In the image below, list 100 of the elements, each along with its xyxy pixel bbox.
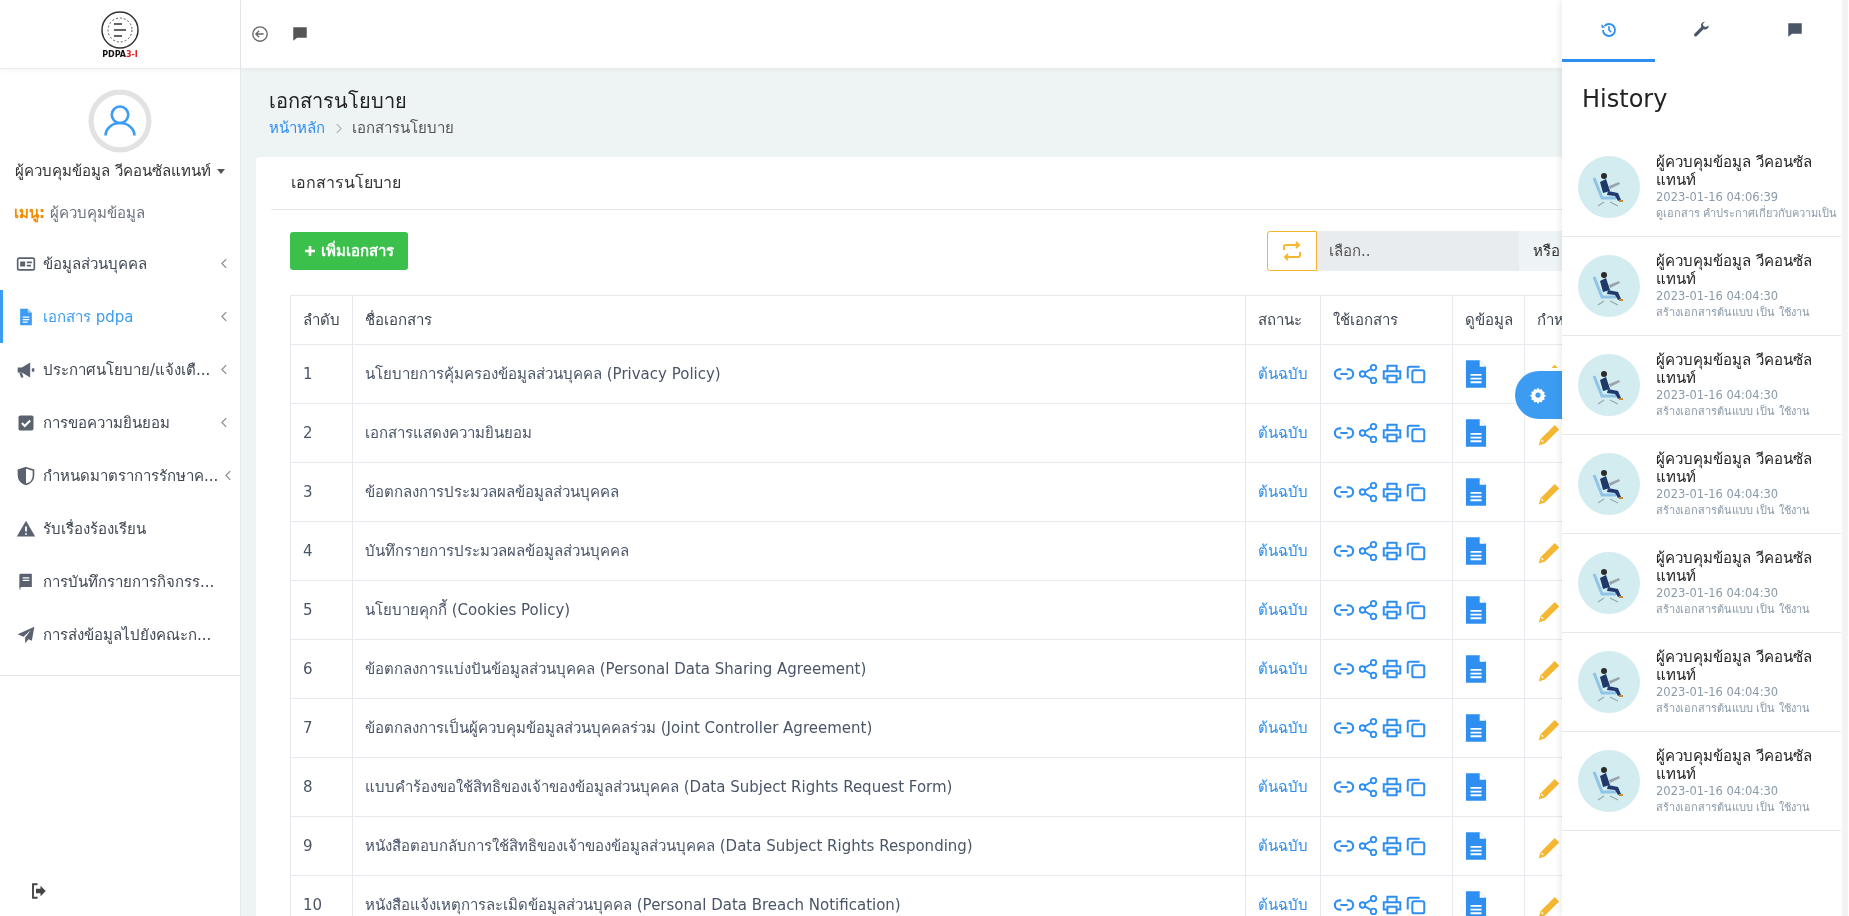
share-icon[interactable] [1357,422,1379,444]
paper-plane-icon [16,624,36,645]
table-cell: 8 [290,757,353,817]
user-menu-button[interactable]: ผู้ควบคุมข้อมูล วีคอนซัลแทนท์ [11,159,229,183]
share-icon[interactable] [1357,658,1379,680]
history-user-name: ผู้ควบคุมข้อมูล วีคอนซัลแทนท์ [1656,152,1813,189]
document-icon[interactable] [1465,595,1487,625]
status-link[interactable]: ต้นฉบับ [1258,424,1308,442]
status-link[interactable]: ต้นฉบับ [1258,483,1308,501]
user-avatar[interactable] [88,89,152,153]
history-time: 2023-01-16 04:06:39 [1656,188,1780,205]
status-link[interactable]: ต้นฉบับ [1258,365,1308,383]
share-icon[interactable] [1357,540,1379,562]
print-icon[interactable] [1381,599,1403,621]
history-action: สร้างเอกสารต้นแบบ เป็น ใช้งาน [1656,502,1811,519]
share-icon[interactable] [1357,363,1379,385]
print-icon[interactable] [1381,481,1403,503]
status-link[interactable]: ต้นฉบับ [1258,837,1308,855]
role-text: ผู้ควบคุมข้อมูล [50,203,145,225]
history-action: สร้างเอกสารต้นแบบ เป็น ใช้งาน [1656,403,1811,420]
table-cell: 7 [290,698,353,758]
sidebar-item[interactable]: เอกสาร pdpa [0,290,240,343]
document-select[interactable]: เลือก.. [1317,231,1519,271]
breadcrumb-current: เอกสารนโยบาย [352,118,454,139]
history-tab[interactable] [1562,0,1655,62]
share-icon[interactable] [1357,776,1379,798]
status-link[interactable]: ต้นฉบับ [1258,719,1308,737]
status-link[interactable]: ต้นฉบับ [1258,542,1308,560]
copy-icon[interactable] [1405,717,1427,739]
print-icon[interactable] [1381,540,1403,562]
document-icon[interactable] [1465,418,1487,448]
document-icon[interactable] [1465,713,1487,743]
history-time: 2023-01-16 04:04:30 [1656,683,1780,701]
sidebar-item[interactable]: รับเรื่องร้องเรียน [0,502,240,555]
document-icon[interactable] [1465,831,1487,861]
table-cell: 4 [290,521,353,581]
copy-icon[interactable] [1405,422,1427,444]
history-action: สร้างเอกสารต้นแบบ เป็น ใช้งาน [1656,304,1811,321]
document-icon[interactable] [1465,654,1487,684]
print-icon[interactable] [1381,835,1403,857]
history-action: สร้างเอกสารต้นแบบ เป็น ใช้งาน [1656,799,1811,816]
person-avatar [1578,651,1640,713]
chevron-left-icon [221,258,228,269]
wrench-icon [1692,20,1711,39]
chat-icon[interactable] [291,25,309,43]
print-icon[interactable] [1381,658,1403,680]
sidebar-item[interactable]: ประกาศนโยบาย/แจ้งเตื... [0,343,240,396]
print-icon[interactable] [1381,776,1403,798]
share-icon[interactable] [1357,835,1379,857]
document-icon[interactable] [1465,772,1487,802]
person-avatar [1578,255,1640,317]
document-icon[interactable] [1465,359,1487,389]
breadcrumb-link[interactable]: หน้าหลัก [269,116,325,140]
table-cell: บันทึกรายการประมวลผลข้อมูลส่วนบุคคล [352,521,1246,581]
history-user-name: ผู้ควบคุมข้อมูล วีคอนซัลแทนท์ [1656,350,1813,387]
sidebar-item[interactable]: ข้อมูลส่วนบุคคล [0,237,240,290]
person-avatar [1578,750,1640,812]
sidebar-item[interactable]: กำหนดมาตราการรักษาค... [0,449,240,502]
settings-button[interactable] [1515,371,1562,419]
menu-label: เมนู: [14,203,45,225]
copy-icon[interactable] [1405,835,1427,857]
column-header: ชื่อเอกสาร [352,295,1246,345]
history-user-name: ผู้ควบคุมข้อมูล วีคอนซัลแทนท์ [1656,647,1813,684]
table-cell: นโยบายการคุ้มครองข้อมูลส่วนบุคคล (Privacy Policy) [352,344,1246,404]
document-icon[interactable] [1465,477,1487,507]
sidebar-item[interactable]: การส่งข้อมูลไปยังคณะก... [0,608,240,661]
share-icon[interactable] [1357,894,1379,916]
document-icon[interactable] [1465,536,1487,566]
sidebar-item[interactable]: การขอความยินยอม [0,396,240,449]
sidebar-item[interactable]: การบันทึกรายการกิจกรร... [0,555,240,608]
history-user-name: ผู้ควบคุมข้อมูล วีคอนซัลแทนท์ [1656,251,1813,288]
copy-icon[interactable] [1405,658,1427,680]
history-action: สร้างเอกสารต้นแบบ เป็น ใช้งาน [1656,601,1811,618]
status-link[interactable]: ต้นฉบับ [1258,778,1308,796]
copy-icon[interactable] [1405,599,1427,621]
copy-icon[interactable] [1405,776,1427,798]
share-icon[interactable] [1357,481,1379,503]
history-time: 2023-01-16 04:04:30 [1656,485,1780,503]
status-link[interactable]: ต้นฉบับ [1258,601,1308,619]
print-icon[interactable] [1381,717,1403,739]
table-cell: เอกสารแสดงความยินยอม [352,403,1246,463]
table-cell: นโยบายคุกกี้ (Cookies Policy) [352,580,1246,640]
copy-icon[interactable] [1405,540,1427,562]
print-icon[interactable] [1381,422,1403,444]
print-icon[interactable] [1381,363,1403,385]
add-document-button[interactable]: เพิ่มเอกสาร [290,232,408,270]
document-icon[interactable] [1465,890,1487,916]
swap-button[interactable] [1267,231,1317,271]
copy-icon[interactable] [1405,481,1427,503]
table-cell: 5 [290,580,353,640]
share-icon[interactable] [1357,599,1379,621]
history-icon [1599,20,1618,39]
copy-icon[interactable] [1405,363,1427,385]
copy-icon[interactable] [1405,894,1427,916]
print-icon[interactable] [1381,894,1403,916]
status-link[interactable]: ต้นฉบับ [1258,660,1308,678]
share-icon[interactable] [1357,717,1379,739]
plus-icon [304,245,316,257]
logout-icon[interactable] [30,882,48,900]
panel-title: History [1581,84,1669,115]
